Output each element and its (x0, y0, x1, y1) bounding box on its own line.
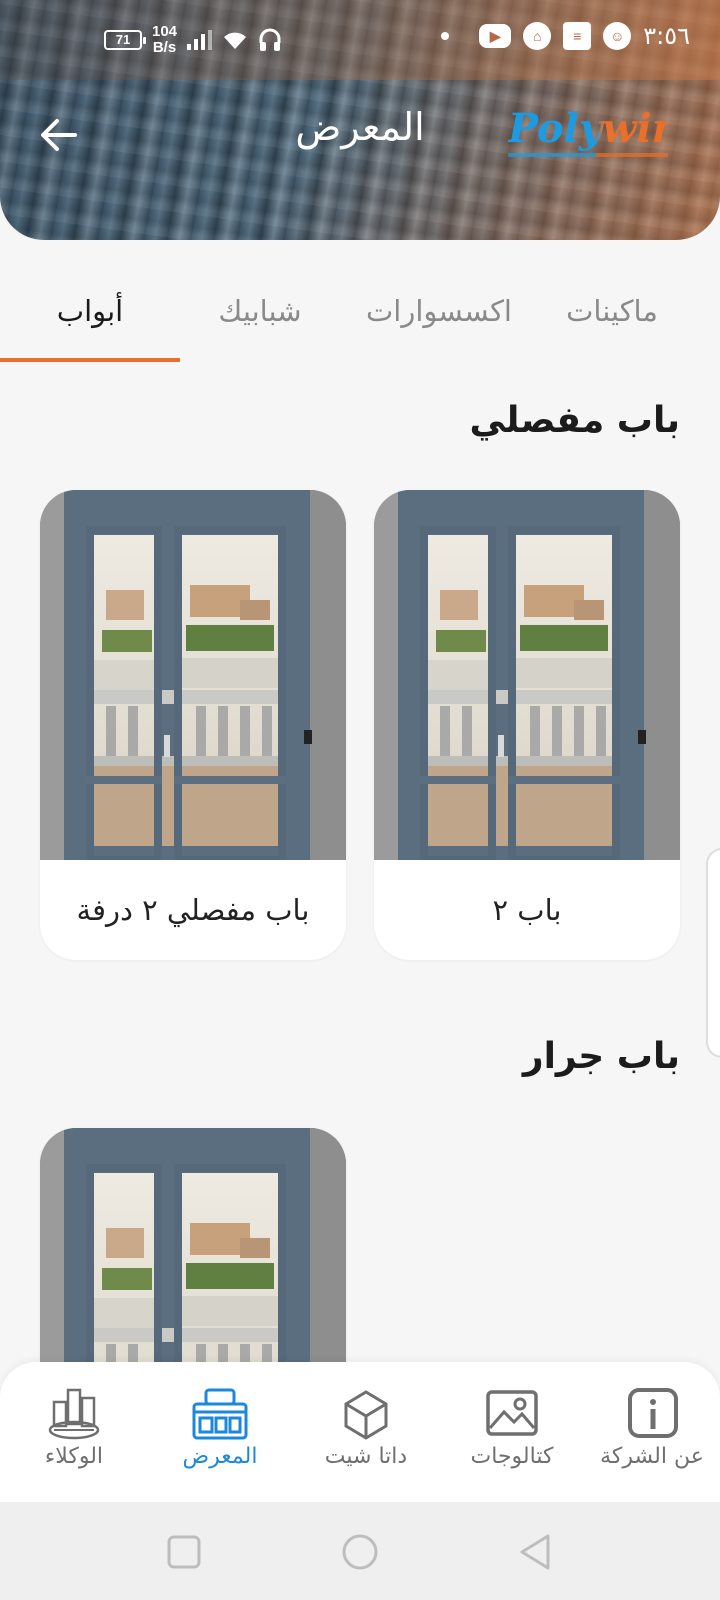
bottom-navigation: عن الشركة كتالوجات داتا شيت المعرض الوكل… (0, 1362, 720, 1502)
tab-machines[interactable]: ماكينات (552, 280, 672, 362)
tab-windows[interactable]: شبابيك (200, 280, 320, 362)
gallery-icon (192, 1388, 248, 1440)
nav-catalogs[interactable]: كتالوجات (442, 1386, 582, 1486)
nav-agents[interactable]: الوكلاء (4, 1386, 144, 1486)
product-label: باب ٢ (492, 893, 562, 927)
tab-accessories[interactable]: اكسسوارات (354, 280, 524, 362)
home-icon[interactable] (338, 1530, 382, 1574)
app-header: 71 104 B/s ▶ ⌂ ≡ ☺ ٣:٥٦ المعرض Polywin (0, 0, 720, 240)
news-icon: ≡ (563, 22, 592, 50)
product-image (40, 490, 346, 860)
network-speed: 104 B/s (152, 23, 178, 56)
polywin-logo: Polywin (508, 107, 681, 157)
product-label: باب مفصلي ٢ درفة (76, 893, 310, 927)
section-title: باب جرار (522, 1036, 680, 1077)
product-card[interactable]: باب مفصلي ٢ درفة (40, 490, 346, 960)
section-title: باب مفصلي (469, 400, 680, 441)
product-image (374, 490, 680, 860)
active-tab-indicator (0, 358, 180, 362)
product-image (40, 1128, 346, 1362)
recent-apps-icon[interactable] (162, 1530, 206, 1574)
product-card[interactable] (40, 1128, 346, 1362)
back-triangle-icon[interactable] (514, 1530, 558, 1574)
signal-icon (187, 30, 213, 50)
headphones-icon (259, 28, 281, 51)
status-bar: 71 104 B/s ▶ ⌂ ≡ ☺ ٣:٥٦ (0, 0, 720, 80)
nav-about-company[interactable]: عن الشركة (582, 1386, 720, 1486)
app-icon: ⌂ (523, 22, 552, 50)
face-icon: ☺ (603, 22, 632, 50)
category-tabs: ماكينات اكسسوارات شبابيك أبواب (0, 280, 720, 362)
youtube-icon: ▶ (479, 24, 512, 48)
info-icon (628, 1388, 678, 1438)
wifi-icon (224, 32, 247, 49)
cube-icon (344, 1390, 388, 1440)
clock: ٣:٥٦ (643, 22, 690, 50)
nav-gallery[interactable]: المعرض (150, 1386, 290, 1486)
nav-data-sheet[interactable]: داتا شيت (296, 1386, 436, 1486)
tab-doors[interactable]: أبواب (0, 280, 180, 362)
product-card[interactable]: باب ٢ (374, 490, 680, 960)
system-navigation-bar (0, 1502, 720, 1600)
notification-dot (441, 32, 450, 40)
battery-icon: 71 (104, 30, 146, 50)
side-drawer-handle[interactable] (706, 848, 720, 1058)
image-icon (486, 1390, 538, 1436)
city-icon (48, 1388, 100, 1440)
app-bar: المعرض Polywin (0, 95, 720, 175)
